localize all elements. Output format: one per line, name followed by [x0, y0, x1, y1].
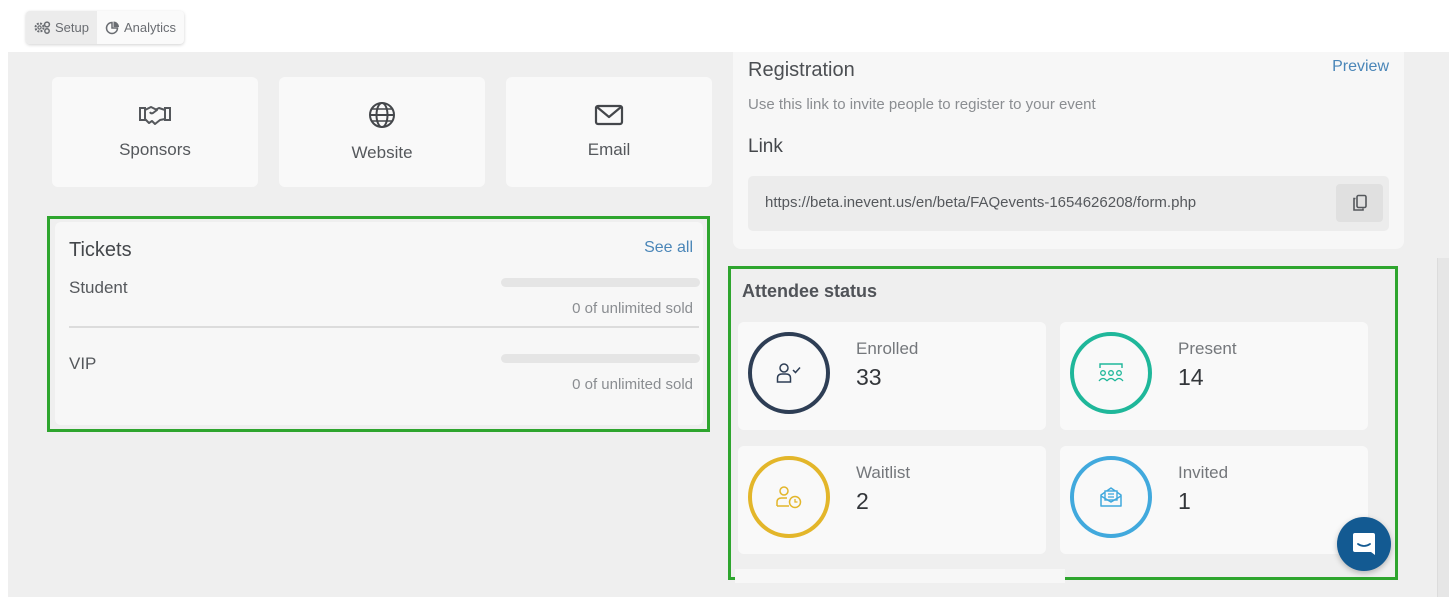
registration-panel: Registration Preview Use this link to in…: [733, 52, 1404, 249]
link-label: Link: [748, 136, 783, 157]
preview-link[interactable]: Preview: [1332, 58, 1389, 76]
registration-link-field[interactable]: https://beta.inevent.us/en/beta/FAQevent…: [748, 176, 1389, 231]
stat-waitlist[interactable]: Waitlist 2: [738, 446, 1046, 554]
ticket-name: Student: [69, 278, 128, 297]
ticket-progress-bar: [501, 354, 700, 363]
tab-setup[interactable]: Setup: [26, 11, 97, 44]
chat-icon: [1353, 533, 1375, 555]
copy-icon: [1352, 194, 1367, 211]
user-clock-icon: [776, 486, 802, 509]
stat-label: Present: [1178, 339, 1237, 358]
open-envelope-icon: [1100, 487, 1122, 507]
stat-present[interactable]: Present 14: [1060, 322, 1368, 430]
tab-setup-label: Setup: [55, 20, 89, 35]
stat-enrolled[interactable]: Enrolled 33: [738, 322, 1046, 430]
tab-analytics-label: Analytics: [123, 20, 177, 35]
stat-value: 33: [856, 364, 882, 390]
pie-chart-icon: [105, 21, 119, 34]
stat-invited[interactable]: Invited 1: [1060, 446, 1368, 554]
top-bar: Setup Analytics: [0, 0, 1449, 52]
sponsors-tile[interactable]: Sponsors: [52, 77, 258, 187]
stat-value: 2: [856, 488, 869, 514]
website-tile[interactable]: Website: [279, 77, 485, 187]
stat-value: 14: [1178, 364, 1204, 390]
tickets-card: Tickets See all Student 0 of unlimited s…: [55, 222, 703, 425]
copy-link-button[interactable]: [1336, 184, 1383, 222]
handshake-icon: [139, 106, 171, 125]
ticket-sold-count: 0 of unlimited sold: [572, 300, 693, 317]
waitlist-ring: [748, 456, 830, 538]
gears-icon: [34, 21, 51, 34]
present-ring: [1070, 332, 1152, 414]
invited-ring: [1070, 456, 1152, 538]
chat-widget-button[interactable]: [1337, 517, 1391, 571]
attendee-status-panel: Attendee status Enrolled 33 Present 14 W…: [728, 266, 1398, 583]
tickets-panel: Tickets See all Student 0 of unlimited s…: [47, 216, 710, 432]
tab-analytics[interactable]: Analytics: [97, 11, 184, 44]
stat-label: Invited: [1178, 463, 1229, 482]
globe-icon: [369, 102, 395, 128]
next-card-edge: [735, 569, 1065, 583]
registration-url[interactable]: https://beta.inevent.us/en/beta/FAQevent…: [765, 194, 1196, 211]
stat-label: Waitlist: [856, 463, 911, 482]
ticket-progress-bar: [501, 278, 700, 287]
email-tile[interactable]: Email: [506, 77, 712, 187]
tickets-title: Tickets: [69, 239, 132, 261]
scrollbar[interactable]: [1437, 258, 1449, 597]
registration-title: Registration: [748, 59, 855, 81]
registration-description: Use this link to invite people to regist…: [748, 96, 1096, 113]
email-label: Email: [587, 140, 631, 159]
ticket-name: VIP: [69, 354, 97, 373]
audience-icon: [1098, 363, 1124, 382]
see-all-link[interactable]: See all: [644, 239, 693, 257]
ticket-divider: [69, 326, 699, 328]
ticket-sold-count: 0 of unlimited sold: [572, 376, 693, 393]
stat-label: Enrolled: [856, 339, 919, 358]
attendee-status-title: Attendee status: [742, 281, 878, 301]
view-tabs: Setup Analytics: [26, 11, 185, 44]
stat-value: 1: [1178, 488, 1191, 514]
user-check-icon: [776, 363, 801, 383]
enrolled-ring: [748, 332, 830, 414]
sponsors-label: Sponsors: [119, 140, 191, 159]
envelope-icon: [594, 104, 624, 126]
website-label: Website: [351, 143, 413, 162]
